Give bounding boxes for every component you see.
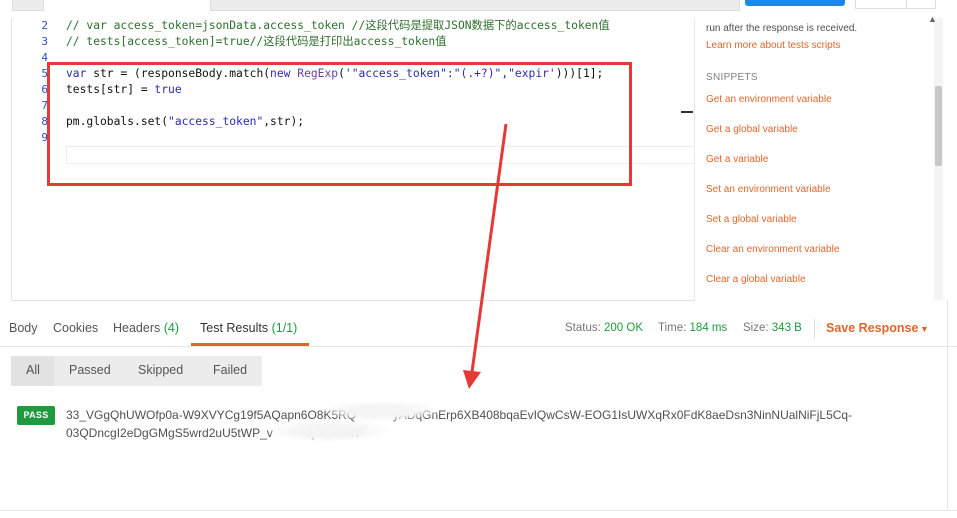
annotation-arrow — [463, 123, 508, 389]
